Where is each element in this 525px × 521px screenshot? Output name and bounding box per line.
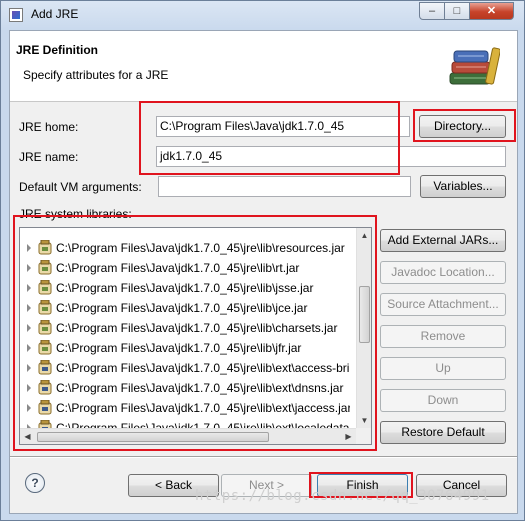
restore-default-button[interactable]: Restore Default (380, 421, 506, 444)
javadoc-location-button[interactable]: Javadoc Location... (380, 261, 506, 284)
expand-arrow-icon[interactable] (27, 244, 31, 252)
jar-icon (38, 300, 52, 315)
footer-separator (10, 456, 517, 458)
jre-name-label: JRE name: (19, 150, 79, 164)
library-books-icon (449, 47, 500, 85)
library-path: C:\Program Files\Java\jdk1.7.0_45\jre\li… (56, 361, 350, 375)
expand-arrow-icon[interactable] (27, 304, 31, 312)
library-row[interactable]: C:\Program Files\Java\jdk1.7.0_45\jre\li… (20, 378, 350, 398)
help-icon[interactable]: ? (25, 473, 45, 493)
minimize-icon: – (428, 5, 436, 17)
expand-arrow-icon[interactable] (27, 324, 31, 332)
jre-home-field[interactable]: C:\Program Files\Java\jdk1.7.0_45 (156, 116, 410, 137)
jre-home-label: JRE home: (19, 120, 79, 134)
minimize-button[interactable]: – (419, 2, 445, 20)
library-path: C:\Program Files\Java\jdk1.7.0_45\jre\li… (56, 401, 350, 415)
scroll-down-arrow-icon[interactable]: ▼ (357, 413, 371, 428)
wizard-header: JRE Definition Specify attributes for a … (10, 31, 517, 102)
library-row[interactable]: C:\Program Files\Java\jdk1.7.0_45\jre\li… (20, 398, 350, 418)
close-button[interactable]: ✕ (469, 2, 514, 20)
watermark-text: https://blog.csdn.net/qq_30764991 (195, 488, 490, 504)
scroll-left-arrow-icon[interactable]: ◀ (20, 429, 35, 444)
wizard-description: Specify attributes for a JRE (23, 68, 169, 82)
jar-icon (38, 280, 52, 295)
library-path: C:\Program Files\Java\jdk1.7.0_45\jre\li… (56, 321, 338, 335)
library-path: C:\Program Files\Java\jdk1.7.0_45\jre\li… (56, 341, 302, 355)
library-row[interactable]: C:\Program Files\Java\jdk1.7.0_45\jre\li… (20, 338, 350, 358)
window-title: Add JRE (31, 7, 79, 21)
library-path: C:\Program Files\Java\jdk1.7.0_45\jre\li… (56, 281, 314, 295)
down-button[interactable]: Down (380, 389, 506, 412)
library-row[interactable]: C:\Program Files\Java\jdk1.7.0_45\jre\li… (20, 238, 350, 258)
binary-jar-icon (38, 400, 52, 415)
expand-arrow-icon[interactable] (27, 404, 31, 412)
expand-arrow-icon[interactable] (27, 384, 31, 392)
add-external-jars-button[interactable]: Add External JARs... (380, 229, 506, 252)
jar-icon (38, 340, 52, 355)
expand-arrow-icon[interactable] (27, 284, 31, 292)
binary-jar-icon (38, 380, 52, 395)
eclipse-app-icon (9, 8, 23, 22)
close-icon: ✕ (486, 5, 497, 17)
maximize-button[interactable]: □ (444, 2, 470, 20)
jre-name-field[interactable]: jdk1.7.0_45 (156, 146, 506, 167)
default-vm-arguments-label: Default VM arguments: (19, 180, 142, 194)
library-path: C:\Program Files\Java\jdk1.7.0_45\jre\li… (56, 381, 344, 395)
jar-icon (38, 240, 52, 255)
maximize-icon: □ (453, 5, 461, 17)
default-vm-arguments-field[interactable] (158, 176, 411, 197)
library-row[interactable]: C:\Program Files\Java\jdk1.7.0_45\jre\li… (20, 298, 350, 318)
library-path: C:\Program Files\Java\jdk1.7.0_45\jre\li… (56, 241, 345, 255)
library-row[interactable]: C:\Program Files\Java\jdk1.7.0_45\jre\li… (20, 358, 350, 378)
expand-arrow-icon[interactable] (27, 264, 31, 272)
jar-icon (38, 320, 52, 335)
vertical-scrollbar[interactable]: ▲ ▼ (356, 228, 371, 428)
scroll-up-arrow-icon[interactable]: ▲ (357, 228, 371, 243)
source-attachment-button[interactable]: Source Attachment... (380, 293, 506, 316)
dialog-client-area: JRE Definition Specify attributes for a … (9, 30, 518, 514)
horizontal-scrollbar[interactable]: ◀ ▶ (20, 428, 356, 444)
jre-libraries-tree[interactable]: C:\Program Files\Java\jdk1.7.0_45\jre\li… (19, 227, 372, 445)
up-button[interactable]: Up (380, 357, 506, 380)
variables-button[interactable]: Variables... (420, 175, 506, 198)
library-row[interactable]: C:\Program Files\Java\jdk1.7.0_45\jre\li… (20, 278, 350, 298)
binary-jar-icon (38, 360, 52, 375)
add-jre-dialog: Add JRE – □ ✕ JRE Definition Specify att… (0, 0, 525, 521)
library-path: C:\Program Files\Java\jdk1.7.0_45\jre\li… (56, 261, 300, 275)
library-row[interactable]: C:\Program Files\Java\jdk1.7.0_45\jre\li… (20, 318, 350, 338)
vertical-scroll-thumb[interactable] (359, 286, 370, 343)
title-bar[interactable]: Add JRE – □ ✕ (1, 1, 524, 29)
library-path: C:\Program Files\Java\jdk1.7.0_45\jre\li… (56, 301, 308, 315)
directory-button[interactable]: Directory... (419, 115, 506, 138)
jar-icon (38, 260, 52, 275)
jre-system-libraries-label: JRE system libraries: (19, 207, 132, 221)
scroll-right-arrow-icon[interactable]: ▶ (341, 429, 356, 444)
library-row[interactable]: C:\Program Files\Java\jdk1.7.0_45\jre\li… (20, 258, 350, 278)
expand-arrow-icon[interactable] (27, 364, 31, 372)
remove-button[interactable]: Remove (380, 325, 506, 348)
horizontal-scroll-thumb[interactable] (37, 432, 269, 442)
expand-arrow-icon[interactable] (27, 344, 31, 352)
wizard-title: JRE Definition (16, 43, 99, 57)
scrollbar-corner (356, 428, 371, 444)
